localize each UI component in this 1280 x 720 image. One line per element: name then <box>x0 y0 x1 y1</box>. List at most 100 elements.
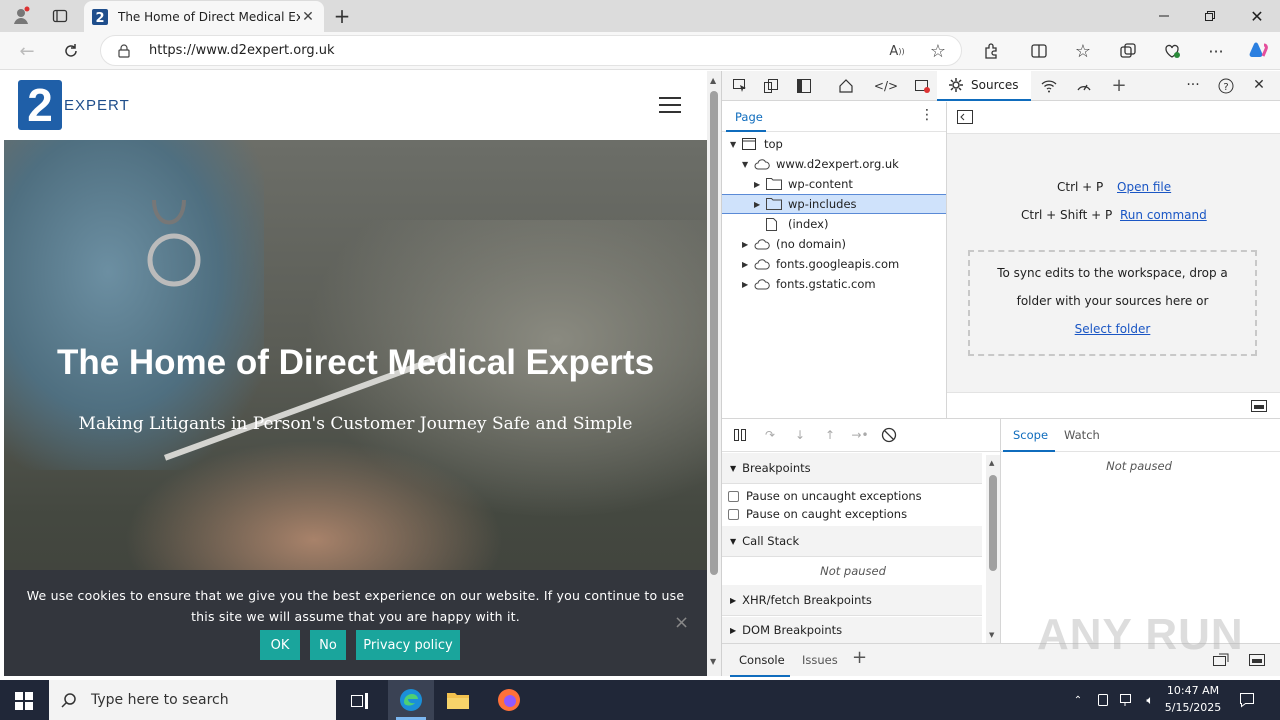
open-file-link[interactable]: Open file <box>1117 180 1171 194</box>
tree-item[interactable]: ▶ (no domain) <box>722 234 946 254</box>
expand-icon[interactable]: ▶ <box>754 180 764 189</box>
step-over-icon[interactable]: ↷ <box>762 427 778 443</box>
navigator-more-icon[interactable]: ⋮ <box>920 107 934 123</box>
favorites-icon[interactable]: ☆ <box>1072 40 1094 62</box>
taskbar-search-box[interactable]: Type here to search <box>49 680 336 720</box>
clock-date[interactable]: 5/15/2025 <box>1163 701 1223 714</box>
drawer-console-tab[interactable]: Console <box>739 653 785 667</box>
read-aloud-icon[interactable]: A)) <box>887 42 907 60</box>
scroll-down-icon[interactable]: ▼ <box>710 657 716 666</box>
network-icon[interactable] <box>1118 692 1136 708</box>
more-tools-add-icon[interactable]: + <box>1110 75 1128 96</box>
close-tab-icon[interactable]: ✕ <box>300 9 316 25</box>
cookie-ok-button[interactable]: OK <box>260 630 300 660</box>
pause-caught-checkbox[interactable]: Pause on caught exceptions <box>722 507 907 521</box>
tree-item[interactable]: ▶ fonts.gstatic.com <box>722 274 946 294</box>
address-bar[interactable]: https://www.d2expert.org.uk A)) ☆ <box>100 35 962 66</box>
tab-actions-icon[interactable] <box>50 6 70 26</box>
collapse-icon[interactable]: ▼ <box>742 160 752 169</box>
volume-icon[interactable]: 🔈︎ <box>1141 692 1159 708</box>
minimize-icon[interactable] <box>1154 6 1174 26</box>
scroll-up-icon[interactable]: ▲ <box>710 76 716 85</box>
scroll-up-icon[interactable]: ▲ <box>989 459 994 467</box>
toggle-navigator-icon[interactable] <box>957 110 973 124</box>
expand-icon[interactable]: ▶ <box>754 200 764 209</box>
hamburger-menu-icon[interactable] <box>659 97 681 113</box>
drawer-issues-tab[interactable]: Issues <box>802 653 838 667</box>
select-folder-link[interactable]: Select folder <box>1075 322 1151 336</box>
tree-item[interactable]: ▼ www.d2expert.org.uk <box>722 154 946 174</box>
watch-tab[interactable]: Watch <box>1064 428 1100 442</box>
navigator-page-tab[interactable]: Page <box>735 110 763 124</box>
scope-tab[interactable]: Scope <box>1013 428 1048 442</box>
collapse-icon[interactable]: ▼ <box>730 140 740 149</box>
help-icon[interactable]: ? <box>1217 77 1235 95</box>
step-icon[interactable]: →• <box>850 427 870 443</box>
lock-icon[interactable] <box>117 43 131 59</box>
tree-item[interactable]: (index) <box>722 214 946 234</box>
page-scroll-thumb[interactable] <box>710 91 718 575</box>
refresh-icon[interactable] <box>60 40 82 62</box>
expand-icon[interactable]: ▶ <box>742 240 752 249</box>
pause-icon[interactable] <box>732 427 748 443</box>
clock-time[interactable]: 10:47 AM <box>1163 684 1223 697</box>
site-logo-mark[interactable]: 2 <box>18 80 62 130</box>
copilot-icon[interactable] <box>1246 39 1270 63</box>
step-into-icon[interactable]: ↓ <box>792 427 808 443</box>
tree-item[interactable]: ▶ wp-includes <box>722 194 946 214</box>
close-window-icon[interactable]: ✕ <box>1247 6 1267 26</box>
xhr-breakpoints-header[interactable]: ▶ XHR/fetch Breakpoints <box>722 585 982 616</box>
expand-icon[interactable]: ▶ <box>742 260 752 269</box>
cookie-close-icon[interactable]: × <box>674 612 689 633</box>
tray-chevron-icon[interactable]: ⌃ <box>1070 692 1086 708</box>
taskbar-edge-button[interactable] <box>388 680 434 720</box>
run-command-link[interactable]: Run command <box>1120 208 1207 222</box>
page-scrollbar[interactable]: ▲ ▼ <box>707 71 721 676</box>
scroll-down-icon[interactable]: ▼ <box>989 631 994 639</box>
checkbox-icon[interactable] <box>728 508 739 520</box>
back-icon[interactable]: ← <box>16 41 38 62</box>
close-devtools-icon[interactable]: ✕ <box>1250 76 1268 94</box>
console-tab-icon[interactable] <box>913 77 931 95</box>
cookie-privacy-button[interactable]: Privacy policy <box>356 630 460 660</box>
dom-breakpoints-header[interactable]: ▶ DOM Breakpoints <box>722 617 982 644</box>
file-explorer-icon[interactable] <box>446 688 470 712</box>
debugger-scrollbar[interactable]: ▲ ▼ <box>986 455 1000 644</box>
sources-tab[interactable]: Sources <box>937 71 1031 101</box>
workspace-drop-zone[interactable]: To sync edits to the workspace, drop a f… <box>968 250 1257 356</box>
cookie-no-button[interactable]: No <box>310 630 346 660</box>
task-view-icon[interactable] <box>349 690 371 712</box>
device-emulation-icon[interactable] <box>762 77 780 95</box>
browser-essentials-icon[interactable] <box>1161 40 1183 62</box>
extensions-icon[interactable] <box>980 40 1002 62</box>
checkbox-icon[interactable] <box>728 490 739 502</box>
toggle-debugger-icon[interactable] <box>1251 399 1267 413</box>
favorite-star-icon[interactable]: ☆ <box>927 41 949 62</box>
more-menu-icon[interactable]: ··· <box>1205 40 1227 62</box>
browser-tab[interactable]: 2 The Home of Direct Medical Exp ✕ <box>84 1 324 32</box>
split-screen-icon[interactable] <box>1028 40 1050 62</box>
elements-tab-icon[interactable]: </> <box>874 77 898 95</box>
new-tab-icon[interactable]: + <box>332 4 352 28</box>
debugger-scroll-thumb[interactable] <box>989 475 997 571</box>
performance-tab-icon[interactable] <box>1075 77 1093 95</box>
windows-start-icon[interactable] <box>13 690 35 712</box>
notification-icon[interactable] <box>1238 691 1256 709</box>
tree-item[interactable]: ▶ wp-content <box>722 174 946 194</box>
devtools-more-icon[interactable]: ··· <box>1184 76 1202 94</box>
deactivate-breakpoints-icon[interactable] <box>881 427 897 443</box>
dock-drawer-icon[interactable] <box>1248 652 1266 668</box>
inspect-element-icon[interactable] <box>731 77 749 95</box>
expand-icon[interactable]: ▶ <box>742 280 752 289</box>
network-tab-icon[interactable] <box>1040 77 1058 95</box>
url-text[interactable]: https://www.d2expert.org.uk <box>149 43 334 58</box>
step-out-icon[interactable]: ↑ <box>822 427 838 443</box>
tray-device-icon[interactable] <box>1095 692 1111 708</box>
firefox-icon[interactable] <box>497 688 521 712</box>
pause-uncaught-checkbox[interactable]: Pause on uncaught exceptions <box>722 489 922 503</box>
collections-icon[interactable] <box>1117 40 1139 62</box>
tree-item[interactable]: ▼ top <box>722 134 946 154</box>
profile-icon[interactable] <box>10 6 32 26</box>
dock-side-icon[interactable] <box>795 77 813 95</box>
restore-icon[interactable] <box>1200 6 1220 26</box>
